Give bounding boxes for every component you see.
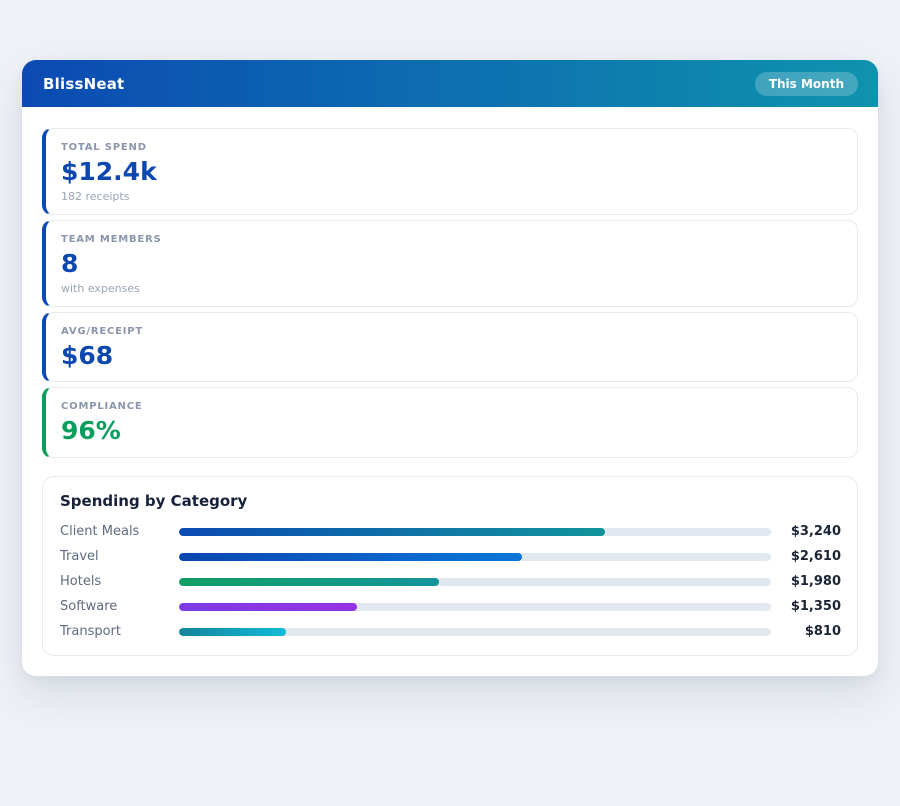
stat-value: $12.4k bbox=[61, 157, 157, 186]
dashboard-body: TOTAL SPEND $12.4k 182 receipts TEAM MEM… bbox=[22, 107, 878, 676]
chart-row: Hotels $1,980 bbox=[60, 574, 841, 589]
stat-card-compliance: COMPLIANCE 96% bbox=[42, 387, 858, 458]
bar-track bbox=[179, 602, 771, 611]
chart-row: Transport $810 bbox=[60, 624, 841, 639]
bar-value: $2,610 bbox=[790, 549, 841, 564]
bar-value: $810 bbox=[804, 624, 841, 639]
stat-label: TEAM MEMBERS bbox=[61, 233, 162, 245]
spending-by-category-chart: Spending by Category Client Meals $3,240 T… bbox=[42, 476, 858, 656]
bar-track bbox=[179, 577, 771, 586]
bar-value: $1,350 bbox=[790, 599, 841, 614]
bar-fill bbox=[179, 627, 286, 636]
stat-value: 96% bbox=[61, 416, 121, 446]
app-title: BlissNeat bbox=[43, 74, 125, 93]
chart-row: Client Meals $3,240 bbox=[60, 524, 841, 539]
bar-fill bbox=[179, 602, 357, 611]
bar-track bbox=[179, 527, 771, 536]
bar-track bbox=[179, 627, 771, 636]
stat-card-total-spend: TOTAL SPEND $12.4k 182 receipts bbox=[42, 128, 858, 215]
stat-value: 8 bbox=[61, 248, 79, 278]
category-bars: Client Meals $3,240 Travel $2,610 Hotels $1,9… bbox=[60, 524, 841, 639]
bar-track bbox=[179, 552, 771, 561]
bar-fill bbox=[179, 552, 523, 561]
stat-card-team-members: TEAM MEMBERS 8 with expenses bbox=[42, 219, 858, 307]
period-badge[interactable]: This Month bbox=[754, 71, 858, 96]
stat-card-avg-receipt: AVG/RECEIPT $68 bbox=[42, 311, 858, 383]
stat-label: AVG/RECEIPT bbox=[61, 325, 144, 337]
category-label: Travel bbox=[60, 549, 99, 564]
bar-value: $1,980 bbox=[790, 574, 841, 589]
stat-subtext: 182 receipts bbox=[61, 189, 130, 203]
bar-value: $3,240 bbox=[790, 524, 841, 539]
category-label: Transport bbox=[60, 624, 122, 639]
stat-label: TOTAL SPEND bbox=[61, 142, 147, 153]
category-label: Hotels bbox=[60, 574, 102, 589]
chart-row: Travel $2,610 bbox=[60, 549, 841, 564]
category-label: Client Meals bbox=[60, 524, 140, 539]
chart-row: Software $1,350 bbox=[60, 599, 841, 614]
stat-subtext: with expenses bbox=[61, 281, 140, 295]
bar-fill bbox=[179, 527, 606, 536]
bar-fill bbox=[179, 577, 440, 586]
chart-title: Spending by Category bbox=[60, 492, 248, 510]
expense-dashboard-card: BlissNeat This Month TOTAL SPEND $12.4k … bbox=[22, 60, 878, 676]
stat-label: COMPLIANCE bbox=[61, 401, 143, 413]
stat-value: $68 bbox=[61, 340, 114, 370]
app-header: BlissNeat This Month bbox=[22, 60, 878, 107]
category-label: Software bbox=[60, 599, 118, 614]
